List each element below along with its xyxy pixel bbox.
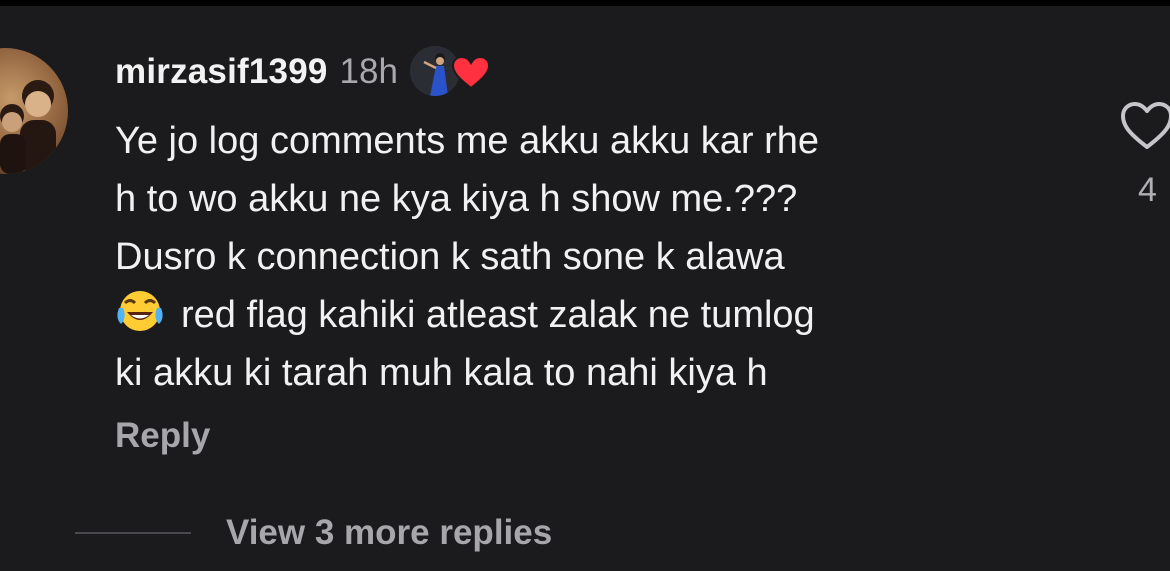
comment-line: ki akku ki tarah muh kala to nahi kiya h: [115, 352, 768, 394]
author-liked-badge: [406, 46, 496, 98]
comment-line: red flag kahiki atleast zalak ne tumlog: [181, 294, 815, 336]
comment-meta: mirzasif1399 18h: [115, 46, 1075, 96]
face-with-tears-of-joy-icon: [117, 291, 163, 331]
user-avatar[interactable]: [0, 48, 68, 174]
like-column: 4: [1120, 101, 1170, 210]
comment-line-with-emoji: red flag kahiki atleast zalak ne tumlog: [115, 286, 1075, 344]
comment-text: Ye jo log comments me akku akku kar rhe …: [115, 112, 1075, 402]
comment-line: h to wo akku ne kya kiya h show me.???: [115, 178, 798, 220]
comment-timestamp: 18h: [339, 52, 398, 91]
view-more-replies-label[interactable]: View 3 more replies: [226, 513, 552, 553]
like-count: 4: [1138, 171, 1157, 209]
comment-line: Ye jo log comments me akku akku kar rhe: [115, 120, 820, 162]
replies-divider: [75, 532, 191, 534]
heart-outline-icon[interactable]: [1120, 101, 1170, 151]
comment-line: Dusro k connection k sath sone k alawa: [115, 236, 785, 278]
view-more-replies[interactable]: View 3 more replies: [75, 513, 552, 553]
heart-icon: [451, 56, 490, 90]
comment-username[interactable]: mirzasif1399: [115, 52, 328, 92]
comment-thread: mirzasif1399 18h Ye jo log comments me a…: [0, 6, 1170, 571]
reply-button[interactable]: Reply: [115, 416, 210, 456]
comment: mirzasif1399 18h Ye jo log comments me a…: [115, 46, 1075, 456]
